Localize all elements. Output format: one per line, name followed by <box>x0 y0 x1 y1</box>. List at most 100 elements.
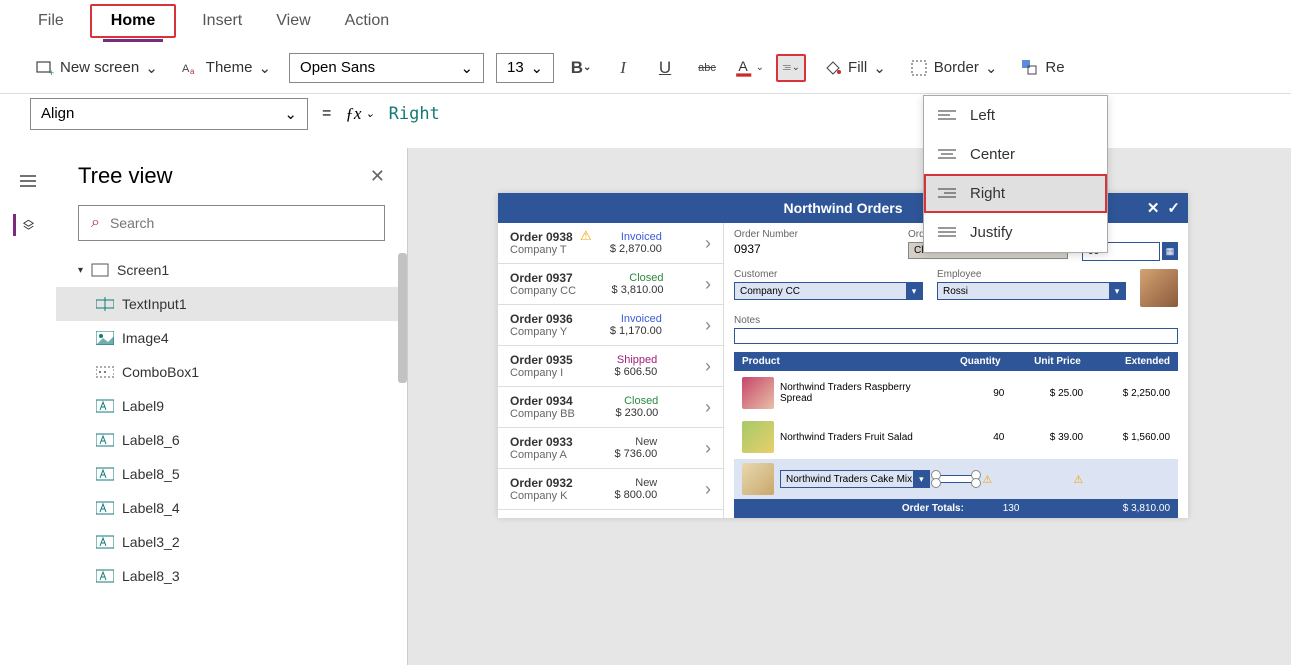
fill-button[interactable]: Fill ⌄ <box>818 55 892 81</box>
canvas[interactable]: Northwind Orders ✕ ✓ Order 0938Company T… <box>408 148 1291 665</box>
chevron-right-icon: › <box>705 438 711 459</box>
menu-action[interactable]: Action <box>337 2 397 40</box>
underline-button[interactable]: U <box>650 54 680 82</box>
app-body: Order 0938Company T ⚠ Invoiced$ 2,870.00… <box>498 223 1188 518</box>
border-button[interactable]: Border ⌄ <box>904 55 1004 81</box>
totals-row: Order Totals: 130 $ 3,810.00 <box>734 499 1178 518</box>
align-right-option[interactable]: Right <box>924 174 1107 213</box>
order-item[interactable]: Order 0933Company A New$ 736.00 › <box>498 428 723 469</box>
font-name-select[interactable]: Open Sans ⌄ <box>289 53 484 83</box>
label-icon <box>96 399 114 413</box>
order-number-value: 0937 <box>734 242 894 256</box>
product-row[interactable]: Northwind Traders Raspberry Spread90$ 25… <box>734 371 1178 415</box>
tree-item-label: Label3_2 <box>122 534 180 550</box>
tree-root[interactable]: ▾ Screen1 <box>56 253 407 287</box>
warning-icon: ⚠ <box>1073 473 1083 486</box>
quantity-input-selected[interactable] <box>936 475 976 483</box>
align-right-label: Right <box>970 185 1005 202</box>
tree-root-label: Screen1 <box>117 262 169 278</box>
tree-item-label8-3[interactable]: Label8_3 <box>56 559 407 593</box>
order-item[interactable]: Order 0938Company T ⚠ Invoiced$ 2,870.00… <box>498 223 723 264</box>
new-product-select[interactable]: Northwind Traders Cake Mix▾ <box>780 470 930 488</box>
chevron-down-icon: ⌄ <box>985 59 998 77</box>
tree-item-image4[interactable]: Image4 <box>56 321 407 355</box>
svg-text:A: A <box>738 58 748 74</box>
new-screen-button[interactable]: + New screen ⌄ <box>30 55 164 81</box>
screen-icon <box>91 263 109 277</box>
collapse-icon[interactable]: ▾ <box>78 265 83 276</box>
bold-button[interactable]: B⌄ <box>566 54 596 82</box>
hamburger-icon[interactable] <box>17 170 39 192</box>
tree-item-textinput1[interactable]: TextInput1 <box>56 287 407 321</box>
border-icon <box>910 59 928 77</box>
theme-label: Theme <box>206 59 253 76</box>
tree-item-label8-5[interactable]: Label8_5 <box>56 457 407 491</box>
font-name-value: Open Sans <box>300 59 375 76</box>
align-right-icon <box>938 187 956 201</box>
product-row[interactable]: Northwind Traders Fruit Salad40$ 39.00$ … <box>734 415 1178 459</box>
order-item[interactable]: Order 0937Company CC Closed$ 3,810.00 › <box>498 264 723 305</box>
menu-file[interactable]: File <box>30 2 72 40</box>
theme-button[interactable]: Aa Theme ⌄ <box>176 55 277 81</box>
align-justify-option[interactable]: Justify <box>924 213 1107 252</box>
italic-button[interactable]: I <box>608 54 638 82</box>
order-detail: Order Number 0937 Order Status Closed at… <box>724 223 1188 518</box>
tree-item-label8-4[interactable]: Label8_4 <box>56 491 407 525</box>
product-image <box>742 377 774 409</box>
tree-item-label: Label8_3 <box>122 568 180 584</box>
menu-home-highlight: Home <box>90 4 176 38</box>
employee-label: Employee <box>937 269 1126 280</box>
col-quantity: Quantity <box>938 356 1000 367</box>
scrollbar[interactable] <box>398 253 407 383</box>
align-center-option[interactable]: Center <box>924 135 1107 174</box>
tree-item-combobox1[interactable]: ComboBox1 <box>56 355 407 389</box>
border-label: Border <box>934 59 979 76</box>
combobox-icon <box>96 365 114 379</box>
employee-select[interactable]: Rossi▾ <box>937 282 1126 300</box>
chevron-right-icon: › <box>705 315 711 336</box>
strikethrough-button[interactable]: abc <box>692 54 722 82</box>
font-size-value: 13 <box>507 59 524 76</box>
app-header-icons: ✕ ✓ <box>1147 199 1180 217</box>
tree-item-label9[interactable]: Label9 <box>56 389 407 423</box>
order-item[interactable]: Order 0935Company I Shipped$ 606.50 › <box>498 346 723 387</box>
font-size-select[interactable]: 13 ⌄ <box>496 53 554 83</box>
customer-select[interactable]: Company CC▾ <box>734 282 923 300</box>
align-left-label: Left <box>970 107 995 124</box>
menu-home[interactable]: Home <box>103 2 163 42</box>
totals-ext: $ 3,810.00 <box>1091 503 1170 514</box>
reorder-button[interactable]: Re <box>1015 55 1070 81</box>
search-input[interactable] <box>110 215 372 231</box>
tree-view-panel: Tree view ✕ ⌕ ▾ Screen1 TextInput1 Image… <box>56 148 408 665</box>
menu-insert[interactable]: Insert <box>194 2 250 40</box>
textinput-icon <box>96 297 114 311</box>
font-color-button[interactable]: A⌄ <box>734 54 764 82</box>
menu-view[interactable]: View <box>268 2 318 40</box>
warning-icon: ⚠ <box>580 228 592 244</box>
label-icon <box>96 569 114 583</box>
formula-value[interactable]: Right <box>389 104 440 124</box>
tree-item-label3-2[interactable]: Label3_2 <box>56 525 407 559</box>
app-title: Northwind Orders <box>783 200 902 216</box>
order-item[interactable]: Order 0936Company Y Invoiced$ 1,170.00 › <box>498 305 723 346</box>
confirm-icon[interactable]: ✓ <box>1167 199 1180 217</box>
order-item[interactable]: Order 0934Company BB Closed$ 230.00 › <box>498 387 723 428</box>
cancel-icon[interactable]: ✕ <box>1147 199 1160 217</box>
close-icon[interactable]: ✕ <box>370 166 385 187</box>
layers-icon[interactable] <box>13 214 35 236</box>
fx-button[interactable]: ƒx ⌄ <box>345 104 374 124</box>
calendar-icon[interactable]: ▦ <box>1162 242 1178 260</box>
totals-qty: 130 <box>964 503 1019 514</box>
property-select[interactable]: Align ⌄ <box>30 98 308 130</box>
chevron-right-icon: › <box>705 479 711 500</box>
new-product-row[interactable]: Northwind Traders Cake Mix▾ ⚠ ⚠ <box>734 459 1178 499</box>
tree-search[interactable]: ⌕ <box>78 205 385 241</box>
align-left-option[interactable]: Left <box>924 96 1107 135</box>
tree-item-label: Image4 <box>122 330 169 346</box>
label-icon <box>96 501 114 515</box>
align-center-label: Center <box>970 146 1015 163</box>
align-button[interactable]: ⌄ <box>776 54 806 82</box>
order-item[interactable]: Order 0932Company K New$ 800.00 › <box>498 469 723 510</box>
notes-input[interactable] <box>734 328 1178 344</box>
tree-item-label8-6[interactable]: Label8_6 <box>56 423 407 457</box>
